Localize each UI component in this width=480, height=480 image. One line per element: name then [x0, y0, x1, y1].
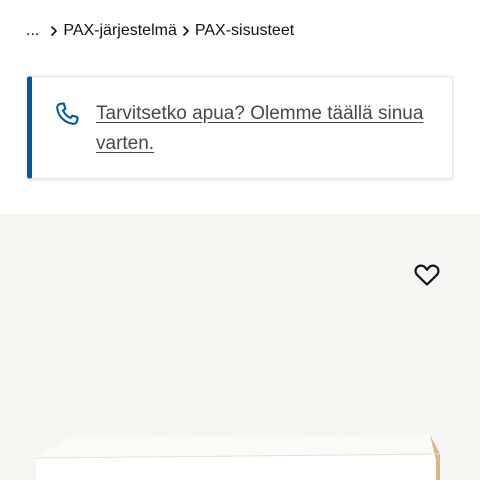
- phone-icon: [53, 100, 81, 128]
- chevron-right-icon: [177, 21, 195, 41]
- breadcrumb-ellipsis[interactable]: ...: [26, 22, 39, 40]
- breadcrumb: ... PAX-järjestelmä PAX-sisusteet: [26, 18, 294, 44]
- help-link[interactable]: Tarvitsetko apua? Olemme täällä sinua va…: [96, 99, 446, 159]
- breadcrumb-item-pax-jarjestelma[interactable]: PAX-järjestelmä: [63, 22, 177, 40]
- heart-outline-icon: [414, 263, 440, 290]
- chevron-right-icon: [45, 21, 63, 41]
- white-shelf-image: [35, 435, 441, 480]
- breadcrumb-item-pax-sisusteet[interactable]: PAX-sisusteet: [195, 22, 294, 40]
- help-card: Tarvitsetko apua? Olemme täällä sinua va…: [27, 76, 453, 179]
- favorite-button[interactable]: [411, 261, 443, 291]
- product-image[interactable]: [0, 214, 480, 480]
